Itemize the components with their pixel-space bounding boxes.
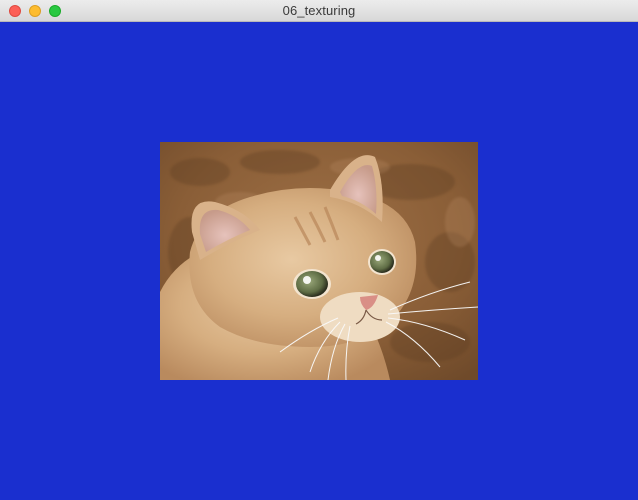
cat-texture-image: [160, 142, 478, 380]
render-canvas: [0, 22, 638, 500]
app-window: 06_texturing: [0, 0, 638, 500]
textured-quad: [160, 142, 478, 380]
window-title: 06_texturing: [282, 3, 356, 18]
title-bar[interactable]: 06_texturing: [0, 0, 638, 22]
